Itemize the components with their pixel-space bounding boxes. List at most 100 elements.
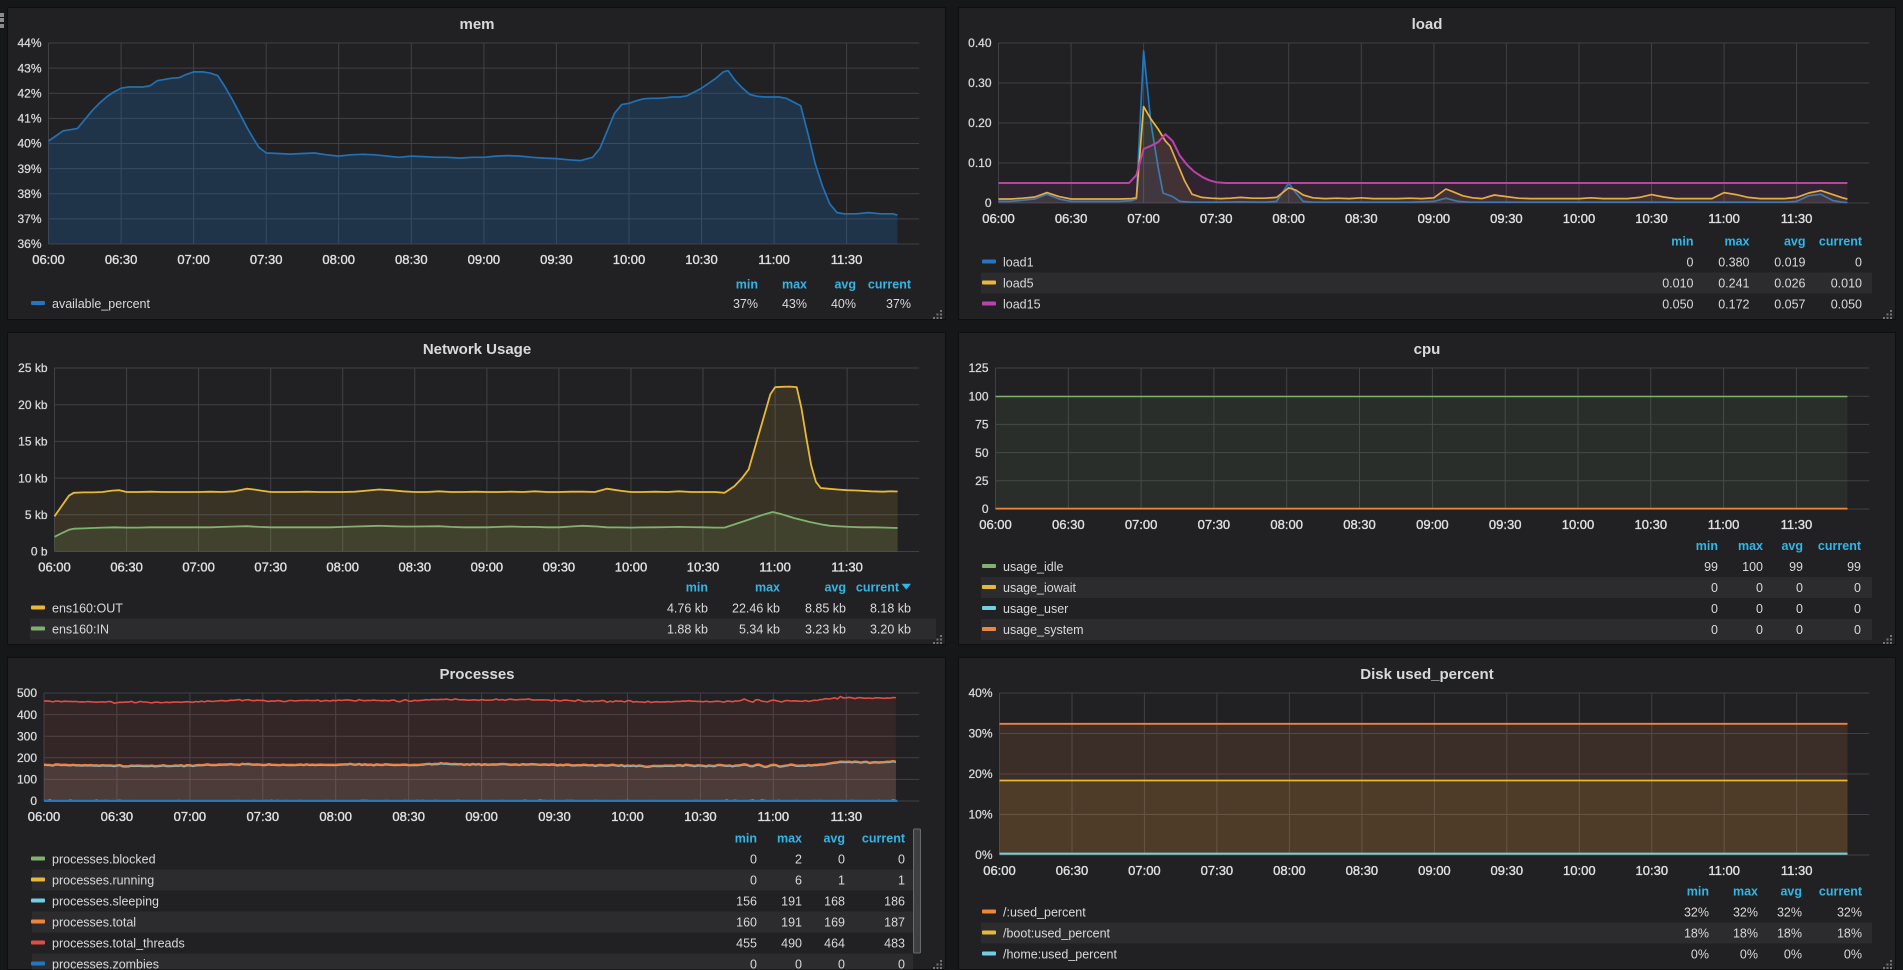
svg-text:10:30: 10:30 xyxy=(687,560,720,575)
svg-text:100: 100 xyxy=(17,773,37,787)
svg-text:43%: 43% xyxy=(782,297,807,311)
svg-text:20%: 20% xyxy=(968,767,992,781)
svg-text:156: 156 xyxy=(736,895,757,909)
svg-text:32%: 32% xyxy=(1733,906,1758,920)
svg-text:41%: 41% xyxy=(17,112,41,126)
svg-text:99: 99 xyxy=(1847,560,1861,574)
svg-text:usage_idle: usage_idle xyxy=(1003,560,1064,574)
svg-text:avg: avg xyxy=(824,581,846,595)
svg-text:0%: 0% xyxy=(1784,948,1802,962)
svg-text:18%: 18% xyxy=(1684,927,1709,941)
svg-text:current: current xyxy=(856,581,900,595)
svg-text:0: 0 xyxy=(1796,623,1803,637)
svg-text:Network Usage: Network Usage xyxy=(423,341,531,358)
svg-text:0: 0 xyxy=(1855,256,1862,270)
svg-text:07:00: 07:00 xyxy=(1125,517,1158,532)
svg-text:22.46 kb: 22.46 kb xyxy=(732,602,780,616)
svg-text:11:30: 11:30 xyxy=(1781,211,1813,226)
svg-text:10:30: 10:30 xyxy=(684,809,717,824)
svg-text:186: 186 xyxy=(884,895,905,909)
svg-text:usage_system: usage_system xyxy=(1003,623,1084,637)
svg-text:490: 490 xyxy=(781,937,802,951)
svg-text:06:30: 06:30 xyxy=(1056,863,1089,878)
svg-text:18%: 18% xyxy=(1733,927,1758,941)
svg-text:/home:used_percent: /home:used_percent xyxy=(1003,948,1117,962)
svg-text:10:30: 10:30 xyxy=(685,252,718,267)
svg-text:max: max xyxy=(777,832,802,846)
svg-text:32%: 32% xyxy=(1837,906,1862,920)
svg-text:1.88 kb: 1.88 kb xyxy=(667,623,708,637)
svg-text:1: 1 xyxy=(898,874,905,888)
svg-text:07:00: 07:00 xyxy=(177,252,210,267)
svg-text:2: 2 xyxy=(795,853,802,867)
svg-text:187: 187 xyxy=(884,916,905,930)
svg-text:3.20 kb: 3.20 kb xyxy=(870,623,911,637)
svg-text:3.23 kb: 3.23 kb xyxy=(805,623,846,637)
svg-text:processes.total: processes.total xyxy=(52,916,136,930)
svg-text:0%: 0% xyxy=(1691,948,1709,962)
svg-text:400: 400 xyxy=(17,708,37,722)
svg-text:1: 1 xyxy=(838,874,845,888)
svg-text:11:00: 11:00 xyxy=(758,809,790,824)
svg-text:mem: mem xyxy=(459,16,494,33)
svg-text:max: max xyxy=(782,278,807,292)
svg-text:99: 99 xyxy=(1704,560,1718,574)
svg-text:0: 0 xyxy=(1687,256,1694,270)
svg-text:42%: 42% xyxy=(17,87,41,101)
svg-text:min: min xyxy=(1687,885,1709,899)
svg-text:11:30: 11:30 xyxy=(1781,863,1813,878)
svg-text:10:30: 10:30 xyxy=(1635,517,1668,532)
svg-text:avg: avg xyxy=(1781,539,1803,553)
svg-text:07:30: 07:30 xyxy=(1201,863,1234,878)
svg-text:max: max xyxy=(1724,235,1749,249)
svg-text:processes.zombies: processes.zombies xyxy=(52,958,159,970)
svg-text:09:30: 09:30 xyxy=(1489,517,1522,532)
svg-text:0: 0 xyxy=(1756,623,1763,637)
svg-text:avg: avg xyxy=(1784,235,1806,249)
svg-text:06:00: 06:00 xyxy=(983,863,1016,878)
svg-text:0: 0 xyxy=(1711,581,1718,595)
svg-text:0: 0 xyxy=(1756,581,1763,595)
svg-text:5.34 kb: 5.34 kb xyxy=(739,623,780,637)
svg-text:available_percent: available_percent xyxy=(52,297,151,311)
svg-text:08:30: 08:30 xyxy=(1346,863,1379,878)
svg-text:07:00: 07:00 xyxy=(174,809,207,824)
svg-text:25 kb: 25 kb xyxy=(18,361,48,375)
svg-text:07:30: 07:30 xyxy=(254,560,287,575)
svg-text:0: 0 xyxy=(750,853,757,867)
svg-text:08:00: 08:00 xyxy=(1270,517,1303,532)
svg-text:0: 0 xyxy=(1796,602,1803,616)
svg-text:10:00: 10:00 xyxy=(615,560,648,575)
svg-text:160: 160 xyxy=(736,916,757,930)
svg-text:0: 0 xyxy=(838,853,845,867)
svg-text:0.20: 0.20 xyxy=(968,116,992,130)
svg-text:500: 500 xyxy=(17,686,37,700)
svg-text:0.172: 0.172 xyxy=(1718,298,1749,312)
svg-text:0: 0 xyxy=(1711,623,1718,637)
svg-text:0.40: 0.40 xyxy=(968,36,992,50)
svg-text:0: 0 xyxy=(1854,623,1861,637)
svg-text:40%: 40% xyxy=(831,297,856,311)
svg-text:max: max xyxy=(755,581,780,595)
svg-text:06:00: 06:00 xyxy=(982,211,1015,226)
svg-text:07:00: 07:00 xyxy=(182,560,215,575)
svg-text:06:30: 06:30 xyxy=(105,252,138,267)
svg-text:07:30: 07:30 xyxy=(250,252,283,267)
svg-text:32%: 32% xyxy=(1684,906,1709,920)
svg-text:09:30: 09:30 xyxy=(538,809,571,824)
svg-text:0.10: 0.10 xyxy=(968,156,992,170)
svg-text:100: 100 xyxy=(1742,560,1763,574)
svg-text:07:30: 07:30 xyxy=(1198,517,1231,532)
svg-text:load1: load1 xyxy=(1003,256,1034,270)
svg-text:load5: load5 xyxy=(1003,277,1034,291)
svg-text:0: 0 xyxy=(985,196,992,210)
svg-text:09:00: 09:00 xyxy=(471,560,504,575)
svg-text:07:30: 07:30 xyxy=(1200,211,1233,226)
svg-text:10:00: 10:00 xyxy=(1562,517,1595,532)
svg-text:06:30: 06:30 xyxy=(110,560,143,575)
svg-text:processes.blocked: processes.blocked xyxy=(52,853,156,867)
svg-text:09:00: 09:00 xyxy=(1416,517,1449,532)
svg-text:4.76 kb: 4.76 kb xyxy=(667,602,708,616)
svg-text:processes.total_threads: processes.total_threads xyxy=(52,937,185,951)
svg-text:load15: load15 xyxy=(1003,298,1041,312)
